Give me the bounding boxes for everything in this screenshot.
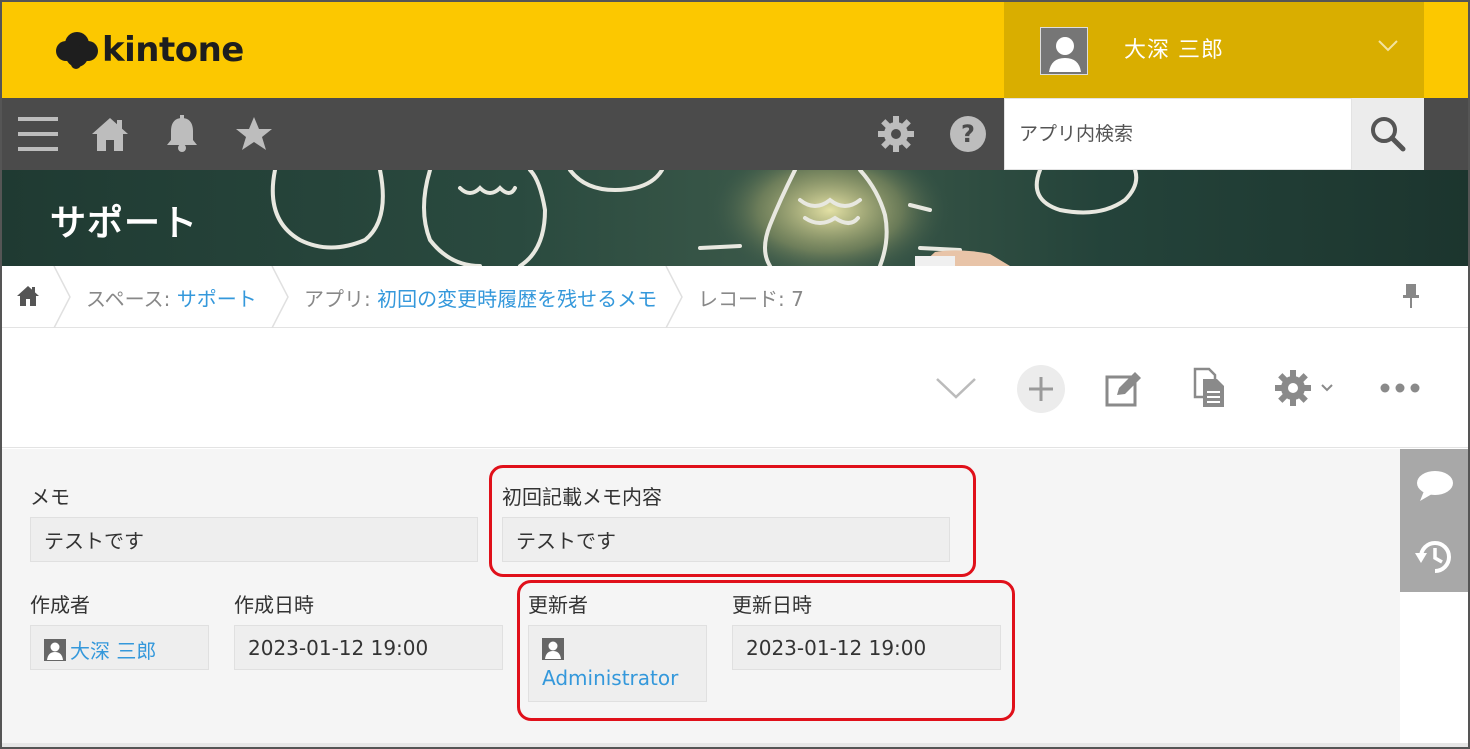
space-banner: サポート [0,170,1470,266]
search-button[interactable] [1352,98,1424,170]
svg-text:?: ? [961,120,975,148]
breadcrumb-app: アプリ: 初回の変更時履歴を残せるメモ [304,283,657,312]
record-settings-button[interactable] [1270,368,1338,408]
highlight-box [517,580,1015,721]
space-title: サポート [50,203,199,244]
user-name: 大深 三郎 [1124,38,1224,63]
app-search-box [1004,98,1352,170]
cloud-logo-icon [56,32,98,69]
breadcrumb-separator [665,266,683,328]
app-search-input[interactable] [1005,99,1351,169]
user-avatar [44,638,66,661]
menu-icon[interactable] [16,112,60,156]
star-icon[interactable] [232,112,276,156]
chevron-down-icon[interactable] [934,368,978,408]
comment-icon [1417,471,1453,501]
home-icon[interactable] [16,284,40,308]
gear-icon[interactable] [874,112,918,156]
record-toolbar [0,328,1470,448]
creator-link[interactable]: 大深 三郎 [70,639,156,663]
chevron-down-icon [1321,384,1333,392]
breadcrumb-app-prefix: アプリ: [304,287,378,311]
app-header: kintone 大深 三郎 [0,0,1470,98]
breadcrumb: スペース: サポート アプリ: 初回の変更時履歴を残せるメモ レコード: 7 [0,266,1470,328]
copy-icon [1193,367,1224,407]
highlight-box [489,465,976,577]
breadcrumb-record: レコード: 7 [698,287,804,311]
user-menu[interactable]: 大深 三郎 [1004,2,1424,98]
creator-value: 大深 三郎 [30,625,209,670]
user-avatar [1040,27,1088,75]
breadcrumb-space-link[interactable]: サポート [177,287,257,311]
bell-icon[interactable] [160,112,204,156]
help-icon[interactable]: ? [946,112,990,156]
bottom-border [0,743,1470,749]
edit-icon [1105,372,1141,407]
kintone-logo[interactable]: kintone [54,30,244,70]
side-panel [1400,449,1470,592]
history-icon [1415,541,1451,573]
breadcrumb-space-prefix: スペース: [86,287,177,311]
history-button[interactable] [1400,522,1470,592]
logo-text: kintone [102,30,244,70]
add-record-button[interactable] [1016,364,1066,414]
home-icon[interactable] [88,112,132,156]
breadcrumb-separator [271,266,289,328]
add-icon [1017,365,1065,413]
more-options-button[interactable] [1378,376,1422,400]
memo-label: メモ [30,485,70,509]
breadcrumb-app-link[interactable]: 初回の変更時履歴を残せるメモ [377,287,657,311]
memo-value: テストです [30,517,478,562]
pin-icon[interactable] [1400,282,1422,310]
chevron-down-icon [1378,40,1398,52]
gear-icon [1275,370,1311,406]
breadcrumb-separator [53,266,71,328]
edit-record-button[interactable] [1102,368,1144,410]
more-icon [1380,383,1420,393]
search-icon [1371,117,1406,152]
creator-label: 作成者 [30,593,90,617]
global-navbar: ? [0,98,1470,170]
created-value: 2023-01-12 19:00 [234,625,503,670]
created-label: 作成日時 [234,593,314,617]
comments-button[interactable] [1400,451,1470,521]
duplicate-record-button[interactable] [1188,366,1230,410]
breadcrumb-space: スペース: サポート [86,283,257,312]
lightbulb-banner-image [270,170,1139,266]
